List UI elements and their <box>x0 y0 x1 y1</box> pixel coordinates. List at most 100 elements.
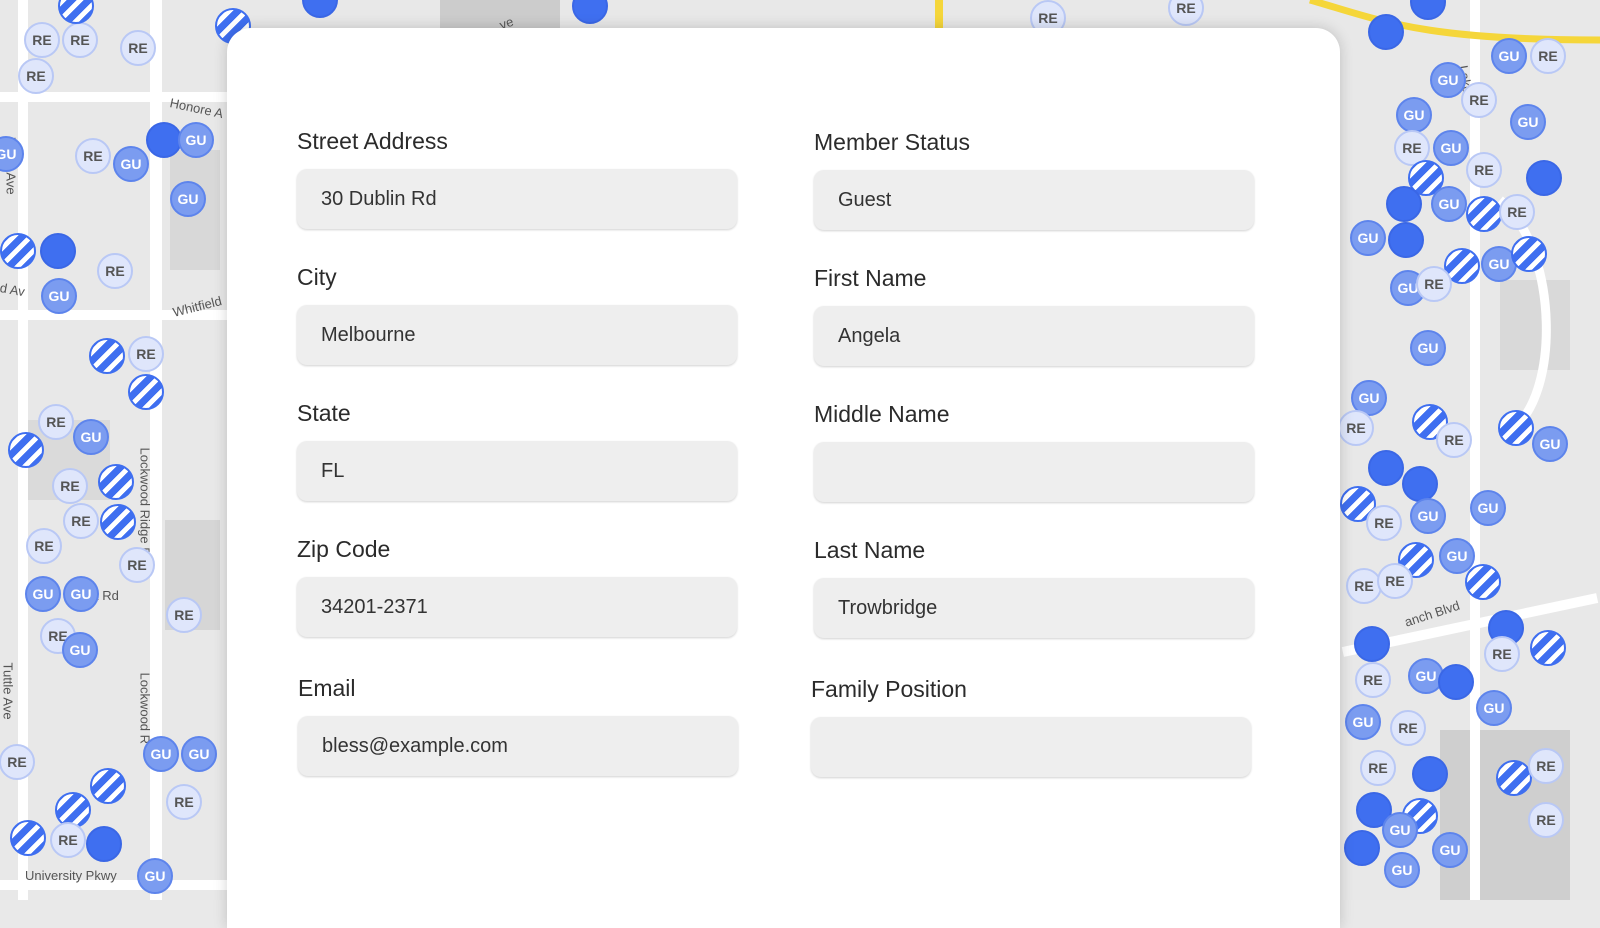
map-marker-striped[interactable] <box>128 374 164 410</box>
map-marker-striped[interactable] <box>0 233 36 269</box>
map-marker-striped[interactable] <box>89 338 125 374</box>
map-marker-re[interactable]: RE <box>1528 748 1564 784</box>
map-marker-striped[interactable] <box>10 820 46 856</box>
map-marker-gu[interactable]: GU <box>1384 852 1420 888</box>
map-marker-re[interactable]: RE <box>26 528 62 564</box>
map-marker-gu[interactable]: GU <box>63 576 99 612</box>
map-marker-gu[interactable]: GU <box>73 419 109 455</box>
map-marker-re[interactable]: RE <box>166 597 202 633</box>
map-marker-solid[interactable] <box>1402 466 1438 502</box>
map-marker-gu[interactable]: GU <box>1431 186 1467 222</box>
map-marker-re[interactable]: RE <box>128 336 164 372</box>
map-marker-re[interactable]: RE <box>166 784 202 820</box>
email-input[interactable]: bless@example.com <box>298 716 738 776</box>
middle-name-input[interactable] <box>814 442 1254 502</box>
map-marker-re[interactable]: RE <box>75 138 111 174</box>
map-marker-gu[interactable]: GU <box>1510 104 1546 140</box>
map-marker-re[interactable]: RE <box>1390 710 1426 746</box>
map-marker-gu[interactable]: GU <box>113 146 149 182</box>
map-marker-re[interactable]: RE <box>18 58 54 94</box>
map-marker-re[interactable]: RE <box>97 253 133 289</box>
map-marker-re[interactable]: RE <box>1436 422 1472 458</box>
state-input[interactable]: FL <box>297 441 737 501</box>
map-marker-gu[interactable]: GU <box>25 576 61 612</box>
city-input[interactable]: Melbourne <box>297 305 737 365</box>
map-marker-solid[interactable] <box>1368 14 1404 50</box>
map-marker-re[interactable]: RE <box>0 744 35 780</box>
map-marker-re[interactable]: RE <box>1366 505 1402 541</box>
map-marker-re[interactable]: RE <box>1377 563 1413 599</box>
map-marker-striped[interactable] <box>1496 760 1532 796</box>
map-marker-striped[interactable] <box>1465 564 1501 600</box>
map-marker-gu[interactable]: GU <box>1476 690 1512 726</box>
marker-label: RE <box>174 607 194 623</box>
map-marker-re[interactable]: RE <box>63 503 99 539</box>
map-marker-solid[interactable] <box>1344 830 1380 866</box>
map-marker-gu[interactable]: GU <box>143 736 179 772</box>
map-marker-striped[interactable] <box>100 504 136 540</box>
map-marker-striped[interactable] <box>1466 196 1502 232</box>
map-marker-solid[interactable] <box>1386 186 1422 222</box>
map-marker-re[interactable]: RE <box>1355 662 1391 698</box>
street-address-input[interactable]: 30 Dublin Rd <box>297 169 737 229</box>
map-marker-solid[interactable] <box>1412 756 1448 792</box>
map-marker-re[interactable]: RE <box>62 22 98 58</box>
map-marker-re[interactable]: RE <box>24 22 60 58</box>
map-marker-re[interactable]: RE <box>1416 266 1452 302</box>
map-marker-gu[interactable]: GU <box>178 122 214 158</box>
map-marker-gu[interactable]: GU <box>170 181 206 217</box>
map-marker-gu[interactable]: GU <box>41 278 77 314</box>
map-marker-re[interactable]: RE <box>1530 38 1566 74</box>
map-marker-striped[interactable] <box>90 768 126 804</box>
map-marker-gu[interactable]: GU <box>1470 490 1506 526</box>
map-marker-gu[interactable]: GU <box>1350 220 1386 256</box>
map-marker-re[interactable]: RE <box>119 547 155 583</box>
map-marker-gu[interactable]: GU <box>1396 97 1432 133</box>
map-marker-solid[interactable] <box>146 122 182 158</box>
map-marker-striped[interactable] <box>1511 236 1547 272</box>
marker-label: RE <box>1536 758 1556 774</box>
map-marker-re[interactable]: RE <box>1484 636 1520 672</box>
map-marker-gu[interactable]: GU <box>1430 62 1466 98</box>
member-status-field-group: Member Status Guest <box>814 127 1256 230</box>
map-marker-gu[interactable]: GU <box>181 736 217 772</box>
map-marker-re[interactable]: RE <box>52 468 88 504</box>
map-marker-re[interactable]: RE <box>120 30 156 66</box>
map-marker-re[interactable]: RE <box>38 404 74 440</box>
map-marker-re[interactable]: RE <box>1499 194 1535 230</box>
map-marker-striped[interactable] <box>1530 630 1566 666</box>
map-marker-re[interactable]: RE <box>1360 750 1396 786</box>
map-marker-re[interactable]: RE <box>50 822 86 858</box>
map-marker-gu[interactable]: GU <box>62 632 98 668</box>
map-marker-solid[interactable] <box>1388 222 1424 258</box>
member-status-input[interactable]: Guest <box>814 170 1254 230</box>
map-marker-gu[interactable]: GU <box>1410 330 1446 366</box>
last-name-input[interactable]: Trowbridge <box>814 578 1254 638</box>
map-marker-striped[interactable] <box>8 432 44 468</box>
map-marker-striped[interactable] <box>98 464 134 500</box>
family-position-input[interactable] <box>811 717 1251 777</box>
map-marker-solid[interactable] <box>40 233 76 269</box>
map-marker-re[interactable]: RE <box>1461 82 1497 118</box>
map-marker-gu[interactable]: GU <box>1432 832 1468 868</box>
map-marker-gu[interactable]: GU <box>137 858 173 894</box>
map-marker-gu[interactable]: GU <box>1433 130 1469 166</box>
map-marker-gu[interactable]: GU <box>1410 498 1446 534</box>
map-marker-striped[interactable] <box>1498 410 1534 446</box>
zip-code-input[interactable]: 34201-2371 <box>297 577 737 637</box>
map-marker-gu[interactable]: GU <box>1491 38 1527 74</box>
map-marker-re[interactable]: RE <box>1528 802 1564 838</box>
map-marker-solid[interactable] <box>86 826 122 862</box>
map-marker-gu[interactable]: GU <box>1345 704 1381 740</box>
marker-label: GU <box>144 868 166 884</box>
map-marker-re[interactable]: RE <box>1346 568 1382 604</box>
map-marker-solid[interactable] <box>1368 450 1404 486</box>
first-name-input[interactable]: Angela <box>814 306 1254 366</box>
map-marker-solid[interactable] <box>1526 160 1562 196</box>
map-marker-re[interactable]: RE <box>1466 152 1502 188</box>
map-marker-gu[interactable]: GU <box>1382 812 1418 848</box>
map-marker-gu[interactable]: GU <box>1532 426 1568 462</box>
map-marker-solid[interactable] <box>1438 664 1474 700</box>
map-marker-solid[interactable] <box>1354 626 1390 662</box>
map-marker-re[interactable]: RE <box>1338 410 1374 446</box>
